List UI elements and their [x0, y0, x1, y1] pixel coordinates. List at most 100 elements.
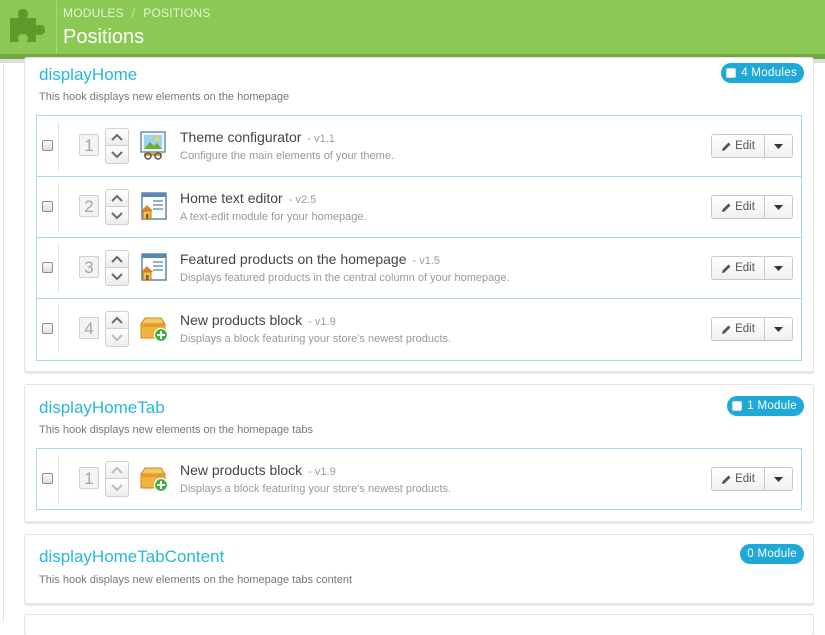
edit-dropdown-toggle[interactable] — [765, 195, 793, 219]
page-title: Positions — [63, 26, 145, 48]
caret-down-icon — [774, 326, 783, 332]
edit-dropdown-toggle[interactable] — [765, 134, 793, 158]
row-divider — [58, 122, 59, 170]
edit-button-group: Edit — [711, 195, 793, 219]
move-up-button[interactable] — [105, 250, 129, 268]
position-arrows — [105, 461, 129, 497]
move-up-button[interactable] — [105, 189, 129, 207]
module-name: Home text editor - v2.5 — [180, 190, 316, 206]
caret-down-icon — [774, 476, 783, 482]
breadcrumb-positions[interactable]: POSITIONS — [143, 6, 210, 20]
left-rule — [3, 63, 4, 622]
hook-title[interactable]: displayHome — [39, 65, 137, 85]
pencil-icon — [722, 203, 731, 212]
module-checkbox[interactable] — [42, 323, 53, 334]
move-down-button[interactable] — [105, 268, 129, 286]
module-name-text: New products block — [180, 312, 303, 328]
move-up-button[interactable] — [105, 128, 129, 146]
module-row: 1 New products block - v1.9 Displays a bl… — [37, 449, 801, 510]
home-page-icon — [141, 253, 167, 281]
move-up-button[interactable] — [105, 461, 129, 479]
module-row: 4 New products block - v1.9 Displays a bl… — [37, 299, 801, 360]
row-divider — [58, 244, 59, 292]
edit-button-group: Edit — [711, 317, 793, 341]
chevron-up-icon — [111, 316, 123, 324]
module-description: Displays a block featuring your store's … — [180, 483, 452, 495]
new-products-box-icon — [140, 317, 169, 343]
move-down-button[interactable] — [105, 207, 129, 225]
position-arrows — [105, 189, 129, 225]
page-header: MODULES / POSITIONS Positions — [0, 0, 825, 59]
edit-dropdown-toggle[interactable] — [765, 317, 793, 341]
module-position: 2 — [79, 195, 99, 217]
module-name-text: Home text editor — [180, 190, 283, 206]
edit-button[interactable]: Edit — [711, 195, 765, 219]
edit-label: Edit — [735, 201, 755, 213]
module-version: - v1.9 — [308, 316, 336, 328]
module-row: 1 Theme configurator- v1.1 Configure th — [37, 116, 801, 177]
hook-description: This hook displays new elements on the h… — [39, 574, 353, 586]
module-name-text: New products block — [180, 462, 303, 478]
pencil-icon — [722, 142, 731, 151]
row-divider — [58, 305, 59, 353]
module-name-text: Theme configurator — [180, 129, 302, 145]
module-position: 1 — [79, 134, 99, 156]
module-name: Theme configurator - v1.1 — [180, 129, 335, 145]
module-count-label: 4 Modules — [741, 67, 797, 79]
module-row: 3 Featured products on the homepage - v1… — [37, 238, 801, 299]
module-description: Displays featured products in the centra… — [180, 272, 510, 284]
module-checkbox[interactable] — [42, 262, 53, 273]
pencil-icon — [722, 264, 731, 273]
new-products-box-icon — [140, 467, 169, 493]
header-divider — [56, 0, 57, 54]
move-down-button[interactable] — [105, 479, 129, 497]
pencil-icon — [722, 325, 731, 334]
caret-down-icon — [774, 204, 783, 210]
hook-title[interactable]: displayHomeTab — [39, 398, 165, 418]
hook-description: This hook displays new elements on the h… — [39, 91, 290, 103]
caret-down-icon — [774, 143, 783, 149]
position-arrows — [105, 250, 129, 286]
hook-panel-next — [24, 614, 814, 635]
chevron-down-icon — [111, 150, 123, 158]
module-checkbox[interactable] — [42, 201, 53, 212]
module-list: 1 Theme configurator- v1.1 Configure th — [36, 115, 802, 361]
select-all-checkbox[interactable] — [726, 68, 737, 78]
row-divider — [58, 183, 59, 231]
move-down-button[interactable] — [105, 146, 129, 164]
module-count-badge[interactable]: 4 Modules — [721, 63, 804, 83]
module-position: 1 — [79, 467, 99, 489]
hook-panel-displayhometabcontent: displayHomeTabContent This hook displays… — [24, 534, 814, 604]
edit-button[interactable]: Edit — [711, 134, 765, 158]
chevron-down-icon — [111, 211, 123, 219]
module-count-badge[interactable]: 1 Module — [727, 396, 804, 416]
home-page-icon — [141, 192, 167, 220]
modules-logo — [0, 0, 56, 54]
module-checkbox[interactable] — [42, 140, 53, 151]
chevron-down-icon — [111, 272, 123, 280]
edit-dropdown-toggle[interactable] — [765, 256, 793, 280]
module-position: 3 — [79, 256, 99, 278]
breadcrumb-modules[interactable]: MODULES — [63, 6, 124, 20]
edit-label: Edit — [735, 262, 755, 274]
module-count-badge[interactable]: 0 Module — [740, 544, 804, 564]
move-up-button[interactable] — [105, 311, 129, 329]
chevron-up-icon — [111, 466, 123, 474]
hook-description: This hook displays new elements on the h… — [39, 424, 313, 436]
module-checkbox[interactable] — [42, 473, 53, 484]
row-divider — [58, 455, 59, 503]
chevron-down-icon — [111, 483, 123, 491]
edit-button[interactable]: Edit — [711, 256, 765, 280]
hook-panel-displayhometab: displayHomeTab This hook displays new el… — [24, 384, 814, 522]
position-arrows — [105, 128, 129, 164]
caret-down-icon — [774, 265, 783, 271]
select-all-checkbox[interactable] — [732, 401, 743, 411]
module-count-label: 1 Module — [747, 400, 797, 412]
edit-dropdown-toggle[interactable] — [765, 467, 793, 491]
edit-button[interactable]: Edit — [711, 317, 765, 341]
module-name: New products block - v1.9 — [180, 462, 336, 478]
edit-button[interactable]: Edit — [711, 467, 765, 491]
hook-title[interactable]: displayHomeTabContent — [39, 547, 224, 567]
edit-button-group: Edit — [711, 256, 793, 280]
move-down-button[interactable] — [105, 329, 129, 347]
